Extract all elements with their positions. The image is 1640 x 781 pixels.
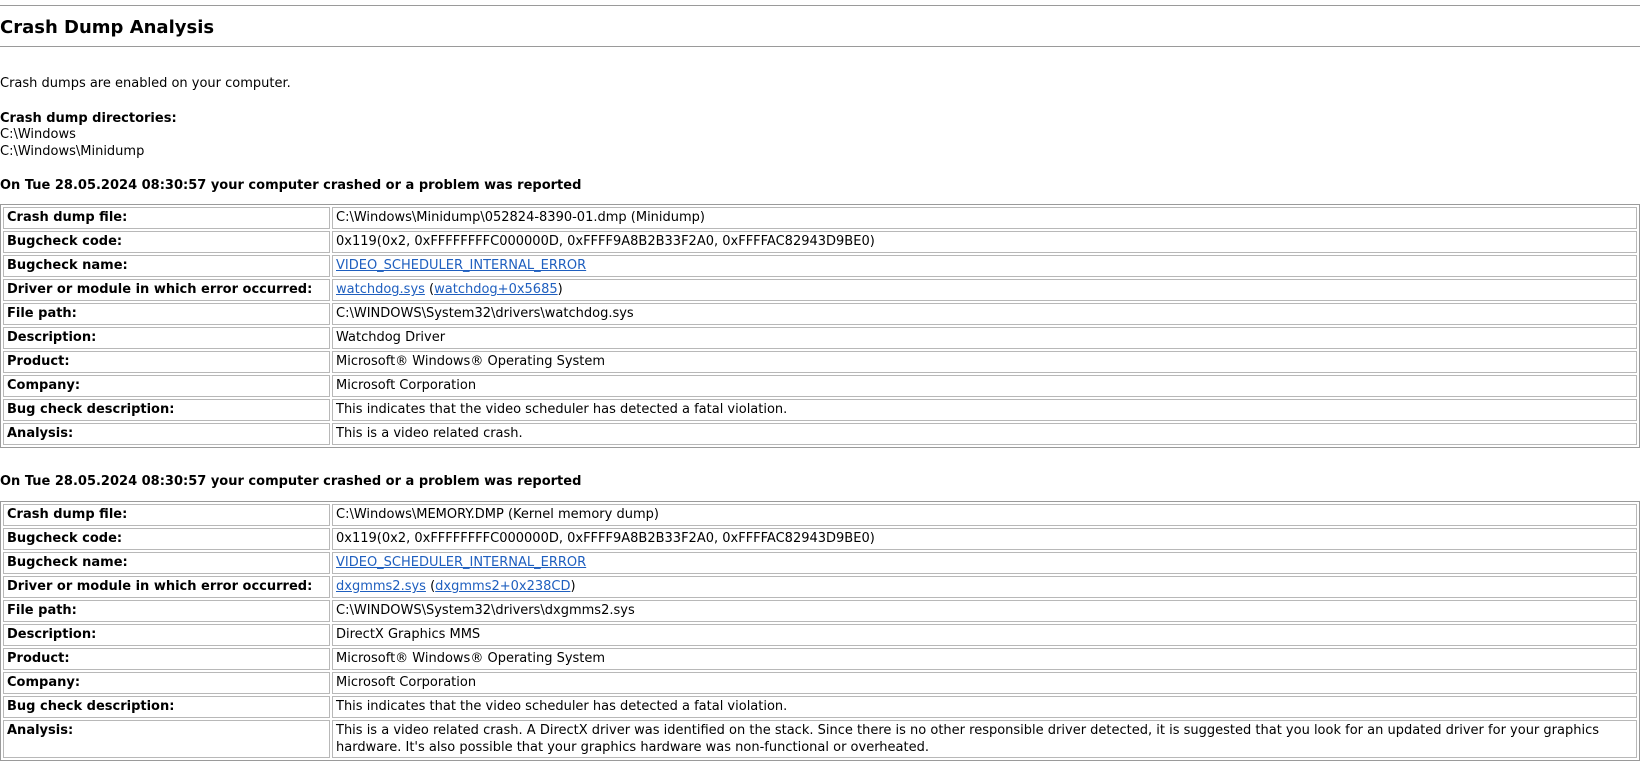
table-row: Crash dump file: C:\Windows\MEMORY.DMP (… <box>3 504 1637 526</box>
table-row: Bug check description: This indicates th… <box>3 696 1637 718</box>
table-row: Bug check description: This indicates th… <box>3 399 1637 421</box>
title-divider <box>0 46 1640 47</box>
description-value: Watchdog Driver <box>332 327 1637 349</box>
crash-report-heading: On Tue 28.05.2024 08:30:57 your computer… <box>0 474 582 489</box>
company-value: Microsoft Corporation <box>332 375 1637 397</box>
field-label: Driver or module in which error occurred… <box>3 576 330 598</box>
bug-check-description-value: This indicates that the video scheduler … <box>332 399 1637 421</box>
product-value: Microsoft® Windows® Operating System <box>332 648 1637 670</box>
field-label: Product: <box>3 351 330 373</box>
report-page: Crash Dump Analysis Crash dumps are enab… <box>0 0 1640 781</box>
table-row: File path: C:\WINDOWS\System32\drivers\d… <box>3 600 1637 622</box>
table-row: Bugcheck name: VIDEO_SCHEDULER_INTERNAL_… <box>3 552 1637 574</box>
table-row: Company: Microsoft Corporation <box>3 672 1637 694</box>
table-row: Description: Watchdog Driver <box>3 327 1637 349</box>
crash-details-table: Crash dump file: C:\Windows\MEMORY.DMP (… <box>0 501 1640 761</box>
bugcheck-code-value: 0x119(0x2, 0xFFFFFFFFC000000D, 0xFFFF9A8… <box>332 528 1637 550</box>
field-label: Bug check description: <box>3 696 330 718</box>
table-row: Company: Microsoft Corporation <box>3 375 1637 397</box>
field-label: Crash dump file: <box>3 504 330 526</box>
product-value: Microsoft® Windows® Operating System <box>332 351 1637 373</box>
dumps-status-text: Crash dumps are enabled on your computer… <box>0 76 291 91</box>
driver-offset-link[interactable]: dxgmms2+0x238CD <box>435 579 570 594</box>
driver-link[interactable]: watchdog.sys <box>336 282 425 297</box>
crash-dump-file-value: C:\Windows\Minidump\052824-8390-01.dmp (… <box>332 207 1637 229</box>
bugcheck-name-cell: VIDEO_SCHEDULER_INTERNAL_ERROR <box>332 552 1637 574</box>
bugcheck-name-link[interactable]: VIDEO_SCHEDULER_INTERNAL_ERROR <box>336 258 586 273</box>
analysis-value: This is a video related crash. A DirectX… <box>332 720 1637 758</box>
field-label: Company: <box>3 672 330 694</box>
field-label: Analysis: <box>3 423 330 445</box>
description-value: DirectX Graphics MMS <box>332 624 1637 646</box>
field-label: Analysis: <box>3 720 330 758</box>
driver-offset-link[interactable]: watchdog+0x5685 <box>434 282 557 297</box>
table-row: Analysis: This is a video related crash. <box>3 423 1637 445</box>
table-row: Analysis: This is a video related crash.… <box>3 720 1637 758</box>
table-row: Description: DirectX Graphics MMS <box>3 624 1637 646</box>
dump-directories-heading: Crash dump directories: <box>0 111 177 126</box>
field-label: Bugcheck code: <box>3 528 330 550</box>
crash-details-table: Crash dump file: C:\Windows\Minidump\052… <box>0 204 1640 448</box>
field-label: Description: <box>3 624 330 646</box>
bugcheck-name-link[interactable]: VIDEO_SCHEDULER_INTERNAL_ERROR <box>336 555 586 570</box>
field-label: Crash dump file: <box>3 207 330 229</box>
driver-link[interactable]: dxgmms2.sys <box>336 579 426 594</box>
field-label: Bugcheck code: <box>3 231 330 253</box>
file-path-value: C:\WINDOWS\System32\drivers\dxgmms2.sys <box>332 600 1637 622</box>
table-row: Bugcheck name: VIDEO_SCHEDULER_INTERNAL_… <box>3 255 1637 277</box>
bugcheck-code-value: 0x119(0x2, 0xFFFFFFFFC000000D, 0xFFFF9A8… <box>332 231 1637 253</box>
table-row: Driver or module in which error occurred… <box>3 279 1637 301</box>
table-row: Bugcheck code: 0x119(0x2, 0xFFFFFFFFC000… <box>3 231 1637 253</box>
table-row: File path: C:\WINDOWS\System32\drivers\w… <box>3 303 1637 325</box>
field-label: File path: <box>3 303 330 325</box>
crash-report-heading: On Tue 28.05.2024 08:30:57 your computer… <box>0 178 582 193</box>
dump-directory-item: C:\Windows <box>0 127 76 142</box>
page-title: Crash Dump Analysis <box>0 17 215 38</box>
top-divider <box>0 5 1640 6</box>
file-path-value: C:\WINDOWS\System32\drivers\watchdog.sys <box>332 303 1637 325</box>
company-value: Microsoft Corporation <box>332 672 1637 694</box>
bug-check-description-value: This indicates that the video scheduler … <box>332 696 1637 718</box>
field-label: Driver or module in which error occurred… <box>3 279 330 301</box>
field-label: File path: <box>3 600 330 622</box>
crash-dump-file-value: C:\Windows\MEMORY.DMP (Kernel memory dum… <box>332 504 1637 526</box>
table-row: Product: Microsoft® Windows® Operating S… <box>3 648 1637 670</box>
driver-cell: dxgmms2.sys (dxgmms2+0x238CD) <box>332 576 1637 598</box>
field-label: Company: <box>3 375 330 397</box>
table-row: Driver or module in which error occurred… <box>3 576 1637 598</box>
field-label: Bugcheck name: <box>3 552 330 574</box>
field-label: Bugcheck name: <box>3 255 330 277</box>
analysis-value: This is a video related crash. <box>332 423 1637 445</box>
driver-cell: watchdog.sys (watchdog+0x5685) <box>332 279 1637 301</box>
field-label: Description: <box>3 327 330 349</box>
bugcheck-name-cell: VIDEO_SCHEDULER_INTERNAL_ERROR <box>332 255 1637 277</box>
dump-directory-item: C:\Windows\Minidump <box>0 144 145 159</box>
table-row: Crash dump file: C:\Windows\Minidump\052… <box>3 207 1637 229</box>
field-label: Bug check description: <box>3 399 330 421</box>
table-row: Bugcheck code: 0x119(0x2, 0xFFFFFFFFC000… <box>3 528 1637 550</box>
field-label: Product: <box>3 648 330 670</box>
table-row: Product: Microsoft® Windows® Operating S… <box>3 351 1637 373</box>
